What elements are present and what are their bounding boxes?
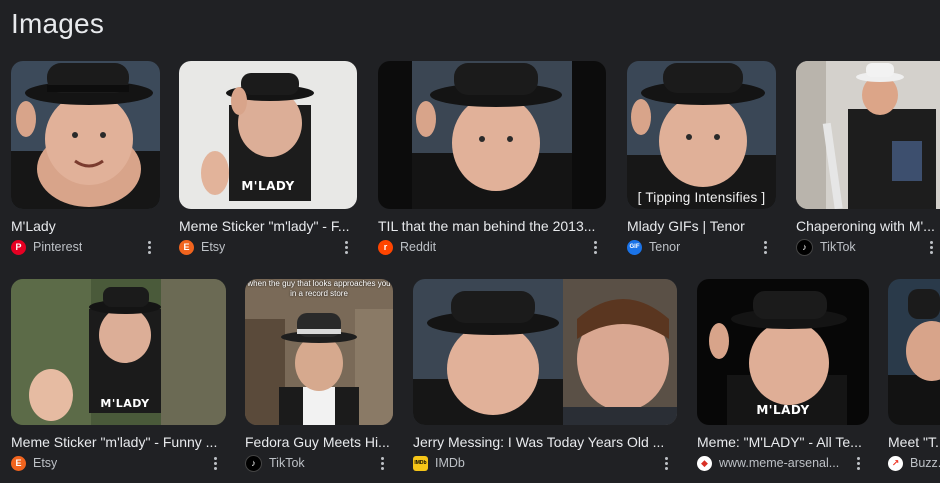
- image-source[interactable]: r Reddit: [378, 238, 606, 256]
- image-source[interactable]: ♪ TikTok: [796, 238, 940, 256]
- more-options-icon[interactable]: [588, 238, 602, 256]
- more-options-icon[interactable]: [339, 238, 353, 256]
- image-result-card[interactable]: Chaperoning with M'... ♪ TikTok: [796, 61, 940, 256]
- source-name: Tenor: [649, 240, 681, 254]
- reddit-icon: r: [378, 239, 393, 255]
- image-caption[interactable]: Mlady GIFs | Tenor: [627, 217, 776, 235]
- source-name: IMDb: [435, 456, 465, 470]
- image-result-card[interactable]: TIL that the man behind the 2013... r Re…: [378, 61, 606, 256]
- image-caption[interactable]: Chaperoning with M'...: [796, 217, 940, 235]
- image-thumbnail[interactable]: M'LADY: [697, 279, 869, 425]
- tiktok-icon: ♪: [796, 238, 813, 256]
- section-title: Images: [11, 8, 105, 39]
- image-source[interactable]: GIF Tenor: [627, 238, 776, 256]
- image-caption[interactable]: Meet "T...: [888, 433, 940, 451]
- imdb-icon: IMDb: [413, 455, 428, 471]
- image-caption[interactable]: Fedora Guy Meets Hi...: [245, 433, 393, 451]
- image-caption[interactable]: Jerry Messing: I Was Today Years Old ...: [413, 433, 677, 451]
- source-name: TikTok: [269, 456, 305, 470]
- source-name: Reddit: [400, 240, 437, 254]
- more-options-icon[interactable]: [208, 454, 222, 472]
- image-source[interactable]: E Etsy: [179, 238, 357, 256]
- image-caption[interactable]: Meme Sticker "m'lady" - Funny ...: [11, 433, 226, 451]
- image-result-card[interactable]: M'LADY Meme Sticker "m'lady" - F... E Et…: [179, 61, 357, 256]
- image-caption[interactable]: Meme: "M'LADY" - All Te...: [697, 433, 869, 451]
- sticker-text: M'LADY: [241, 179, 295, 193]
- more-options-icon[interactable]: [758, 238, 772, 256]
- source-name: Etsy: [33, 456, 58, 470]
- image-source[interactable]: E Etsy: [11, 454, 226, 472]
- more-options-icon[interactable]: [375, 454, 389, 472]
- sticker-text: M'LADY: [100, 397, 150, 410]
- source-name: TikTok: [820, 240, 856, 254]
- etsy-icon: E: [11, 455, 26, 471]
- image-thumbnail[interactable]: [796, 61, 940, 209]
- image-result-card[interactable]: M'Lady P Pinterest: [11, 61, 160, 256]
- gif-overlay-text: [ Tipping Intensifies ]: [637, 190, 766, 205]
- image-caption[interactable]: M'Lady: [11, 217, 160, 235]
- more-options-icon[interactable]: [659, 454, 673, 472]
- image-result-card[interactable]: Jerry Messing: I Was Today Years Old ...…: [413, 279, 677, 472]
- image-source[interactable]: IMDb IMDb: [413, 454, 677, 472]
- source-name: www.meme-arsenal...: [719, 456, 840, 470]
- image-caption[interactable]: TIL that the man behind the 2013...: [378, 217, 606, 235]
- image-thumbnail[interactable]: [413, 279, 677, 425]
- image-result-card[interactable]: M'LADY Meme Sticker "m'lady" - Funny ...…: [11, 279, 226, 472]
- image-thumbnail[interactable]: [11, 61, 160, 209]
- image-source[interactable]: P Pinterest: [11, 238, 160, 256]
- video-caption-text: when the guy that looks approaches you i…: [247, 279, 391, 298]
- etsy-icon: E: [179, 239, 194, 255]
- meme-text: M'LADY: [756, 403, 810, 417]
- tenor-icon: GIF: [627, 239, 642, 255]
- image-thumbnail[interactable]: M'LADY: [11, 279, 226, 425]
- image-result-card[interactable]: M'LADY Meme: "M'LADY" - All Te... ◆ www.…: [697, 279, 869, 472]
- image-result-card[interactable]: [ Tipping Intensifies ] Mlady GIFs | Ten…: [627, 61, 776, 256]
- more-options-icon[interactable]: [142, 238, 156, 256]
- image-source[interactable]: ◆ www.meme-arsenal...: [697, 454, 869, 472]
- image-source[interactable]: ♪ TikTok: [245, 454, 393, 472]
- meme-arsenal-icon: ◆: [697, 455, 712, 471]
- buzzfeed-icon: ↗: [888, 455, 903, 471]
- source-name: Pinterest: [33, 240, 83, 254]
- more-options-icon[interactable]: [924, 238, 938, 256]
- more-options-icon[interactable]: [851, 454, 865, 472]
- image-thumbnail[interactable]: [888, 279, 940, 425]
- image-caption[interactable]: Meme Sticker "m'lady" - F...: [179, 217, 357, 235]
- image-source[interactable]: ↗ Buzz...: [888, 454, 940, 472]
- image-thumbnail[interactable]: [378, 61, 606, 209]
- pinterest-icon: P: [11, 239, 26, 255]
- tiktok-icon: ♪: [245, 454, 262, 472]
- source-name: Buzz...: [910, 456, 940, 470]
- image-result-card[interactable]: Meet "T... ↗ Buzz...: [888, 279, 940, 472]
- source-name: Etsy: [201, 240, 226, 254]
- image-result-card[interactable]: when the guy that looks approaches you i…: [245, 279, 393, 472]
- image-thumbnail[interactable]: [ Tipping Intensifies ]: [627, 61, 776, 209]
- image-thumbnail[interactable]: when the guy that looks approaches you i…: [245, 279, 393, 425]
- image-thumbnail[interactable]: M'LADY: [179, 61, 357, 209]
